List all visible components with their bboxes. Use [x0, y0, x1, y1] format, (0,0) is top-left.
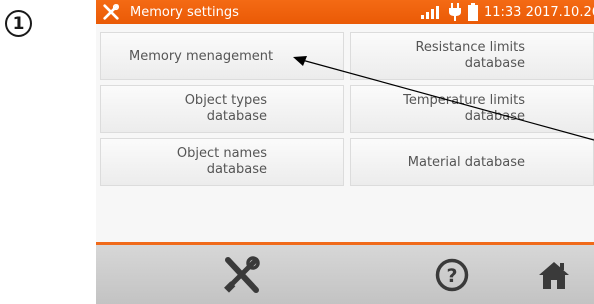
- object-types-label: Object types database: [184, 93, 267, 124]
- step-number-badge: 1: [5, 10, 32, 37]
- signal-icon: [420, 6, 439, 19]
- object-types-database-button[interactable]: Object types database: [100, 85, 344, 133]
- temperature-limits-database-button[interactable]: Temperature limits database: [350, 85, 594, 133]
- svg-text:?: ?: [446, 265, 457, 287]
- material-database-label: Material database: [407, 155, 525, 170]
- settings-tools-button[interactable]: [220, 245, 264, 304]
- home-button[interactable]: [532, 245, 576, 304]
- plug-icon: [448, 3, 461, 21]
- tools-icon: [103, 3, 120, 20]
- status-datetime: 11:33 2017.10.26: [483, 4, 594, 20]
- device-screen: Memory settings 11:33 2017.10.26 Memory …: [96, 0, 594, 304]
- help-button[interactable]: ?: [430, 245, 474, 304]
- memory-management-button[interactable]: Memory menagement: [100, 32, 344, 80]
- screen-title: Memory settings: [130, 4, 239, 20]
- resistance-limits-label: Resistance limits database: [415, 40, 525, 71]
- help-icon: ?: [435, 258, 469, 291]
- resistance-limits-database-button[interactable]: Resistance limits database: [350, 32, 594, 80]
- object-names-database-button[interactable]: Object names database: [100, 138, 344, 186]
- status-bar: Memory settings 11:33 2017.10.26: [96, 0, 594, 24]
- bottom-toolbar: ?: [96, 245, 594, 304]
- object-names-label: Object names database: [176, 146, 267, 177]
- settings-tools-icon: [224, 255, 260, 293]
- material-database-button[interactable]: Material database: [350, 138, 594, 186]
- home-icon: [539, 261, 569, 289]
- temperature-limits-label: Temperature limits database: [403, 93, 525, 124]
- battery-icon: [467, 3, 478, 21]
- memory-management-label: Memory menagement: [129, 49, 274, 64]
